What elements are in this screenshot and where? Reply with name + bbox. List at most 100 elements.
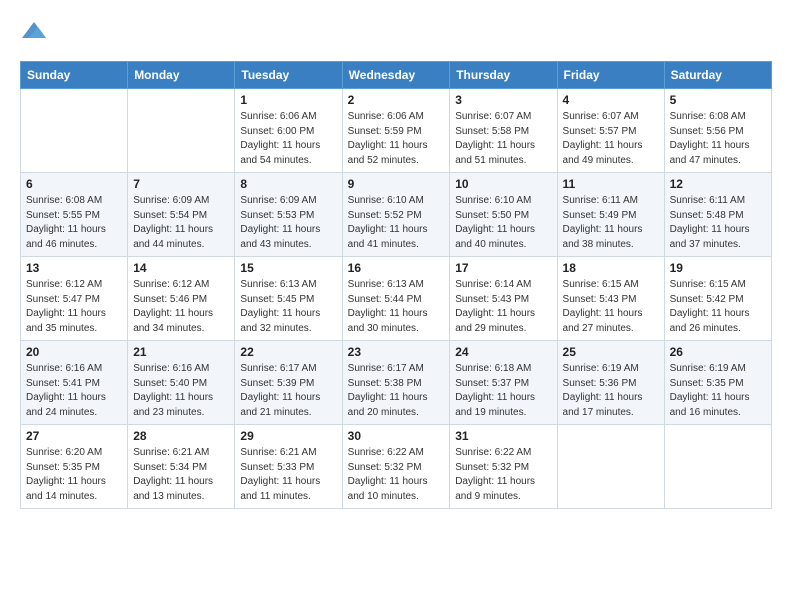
day-number: 2 (348, 93, 445, 107)
day-number: 29 (240, 429, 336, 443)
calendar-cell: 8 Sunrise: 6:09 AMSunset: 5:53 PMDayligh… (235, 173, 342, 257)
day-info: Sunrise: 6:16 AMSunset: 5:40 PMDaylight:… (133, 362, 229, 420)
calendar-cell (128, 89, 235, 173)
calendar-cell: 4 Sunrise: 6:07 AMSunset: 5:57 PMDayligh… (557, 89, 664, 173)
day-number: 26 (670, 345, 766, 359)
calendar-table: SundayMondayTuesdayWednesdayThursdayFrid… (20, 61, 772, 509)
day-number: 16 (348, 261, 445, 275)
day-info: Sunrise: 6:22 AMSunset: 5:32 PMDaylight:… (455, 446, 551, 504)
calendar-cell: 9 Sunrise: 6:10 AMSunset: 5:52 PMDayligh… (342, 173, 450, 257)
calendar-cell: 6 Sunrise: 6:08 AMSunset: 5:55 PMDayligh… (21, 173, 128, 257)
calendar-cell: 16 Sunrise: 6:13 AMSunset: 5:44 PMDaylig… (342, 257, 450, 341)
day-number: 27 (26, 429, 122, 443)
day-info: Sunrise: 6:19 AMSunset: 5:36 PMDaylight:… (563, 362, 659, 420)
day-number: 15 (240, 261, 336, 275)
day-info: Sunrise: 6:12 AMSunset: 5:46 PMDaylight:… (133, 278, 229, 336)
calendar-cell: 20 Sunrise: 6:16 AMSunset: 5:41 PMDaylig… (21, 341, 128, 425)
day-info: Sunrise: 6:21 AMSunset: 5:33 PMDaylight:… (240, 446, 336, 504)
calendar-header-thursday: Thursday (450, 62, 557, 89)
calendar-header-saturday: Saturday (664, 62, 771, 89)
day-info: Sunrise: 6:08 AMSunset: 5:56 PMDaylight:… (670, 110, 766, 168)
day-number: 20 (26, 345, 122, 359)
day-number: 14 (133, 261, 229, 275)
calendar-cell: 1 Sunrise: 6:06 AMSunset: 6:00 PMDayligh… (235, 89, 342, 173)
calendar-week-row: 13 Sunrise: 6:12 AMSunset: 5:47 PMDaylig… (21, 257, 772, 341)
day-info: Sunrise: 6:06 AMSunset: 5:59 PMDaylight:… (348, 110, 445, 168)
day-info: Sunrise: 6:18 AMSunset: 5:37 PMDaylight:… (455, 362, 551, 420)
calendar-cell (664, 425, 771, 509)
day-info: Sunrise: 6:07 AMSunset: 5:58 PMDaylight:… (455, 110, 551, 168)
calendar-cell: 21 Sunrise: 6:16 AMSunset: 5:40 PMDaylig… (128, 341, 235, 425)
day-number: 24 (455, 345, 551, 359)
calendar-cell: 13 Sunrise: 6:12 AMSunset: 5:47 PMDaylig… (21, 257, 128, 341)
day-number: 4 (563, 93, 659, 107)
day-number: 8 (240, 177, 336, 191)
calendar-header-row: SundayMondayTuesdayWednesdayThursdayFrid… (21, 62, 772, 89)
calendar-cell: 15 Sunrise: 6:13 AMSunset: 5:45 PMDaylig… (235, 257, 342, 341)
calendar-week-row: 6 Sunrise: 6:08 AMSunset: 5:55 PMDayligh… (21, 173, 772, 257)
calendar-cell: 26 Sunrise: 6:19 AMSunset: 5:35 PMDaylig… (664, 341, 771, 425)
day-info: Sunrise: 6:17 AMSunset: 5:39 PMDaylight:… (240, 362, 336, 420)
page-header (20, 20, 772, 45)
day-info: Sunrise: 6:17 AMSunset: 5:38 PMDaylight:… (348, 362, 445, 420)
day-info: Sunrise: 6:13 AMSunset: 5:44 PMDaylight:… (348, 278, 445, 336)
day-info: Sunrise: 6:10 AMSunset: 5:52 PMDaylight:… (348, 194, 445, 252)
day-info: Sunrise: 6:12 AMSunset: 5:47 PMDaylight:… (26, 278, 122, 336)
day-number: 3 (455, 93, 551, 107)
logo-text (20, 20, 46, 45)
calendar-cell: 2 Sunrise: 6:06 AMSunset: 5:59 PMDayligh… (342, 89, 450, 173)
calendar-header-wednesday: Wednesday (342, 62, 450, 89)
day-number: 13 (26, 261, 122, 275)
day-number: 19 (670, 261, 766, 275)
calendar-cell: 14 Sunrise: 6:12 AMSunset: 5:46 PMDaylig… (128, 257, 235, 341)
calendar-cell: 30 Sunrise: 6:22 AMSunset: 5:32 PMDaylig… (342, 425, 450, 509)
day-info: Sunrise: 6:22 AMSunset: 5:32 PMDaylight:… (348, 446, 445, 504)
day-number: 9 (348, 177, 445, 191)
calendar-cell: 7 Sunrise: 6:09 AMSunset: 5:54 PMDayligh… (128, 173, 235, 257)
day-number: 5 (670, 93, 766, 107)
calendar-cell (557, 425, 664, 509)
day-number: 1 (240, 93, 336, 107)
day-info: Sunrise: 6:15 AMSunset: 5:43 PMDaylight:… (563, 278, 659, 336)
day-number: 6 (26, 177, 122, 191)
day-number: 10 (455, 177, 551, 191)
calendar-cell: 22 Sunrise: 6:17 AMSunset: 5:39 PMDaylig… (235, 341, 342, 425)
day-number: 22 (240, 345, 336, 359)
calendar-cell: 12 Sunrise: 6:11 AMSunset: 5:48 PMDaylig… (664, 173, 771, 257)
calendar-cell: 25 Sunrise: 6:19 AMSunset: 5:36 PMDaylig… (557, 341, 664, 425)
day-info: Sunrise: 6:09 AMSunset: 5:54 PMDaylight:… (133, 194, 229, 252)
calendar-cell: 11 Sunrise: 6:11 AMSunset: 5:49 PMDaylig… (557, 173, 664, 257)
logo-icon (22, 20, 46, 40)
day-info: Sunrise: 6:21 AMSunset: 5:34 PMDaylight:… (133, 446, 229, 504)
day-number: 17 (455, 261, 551, 275)
calendar-week-row: 20 Sunrise: 6:16 AMSunset: 5:41 PMDaylig… (21, 341, 772, 425)
calendar-cell: 24 Sunrise: 6:18 AMSunset: 5:37 PMDaylig… (450, 341, 557, 425)
calendar-cell: 17 Sunrise: 6:14 AMSunset: 5:43 PMDaylig… (450, 257, 557, 341)
calendar-cell: 18 Sunrise: 6:15 AMSunset: 5:43 PMDaylig… (557, 257, 664, 341)
calendar-cell (21, 89, 128, 173)
day-info: Sunrise: 6:10 AMSunset: 5:50 PMDaylight:… (455, 194, 551, 252)
calendar-header-sunday: Sunday (21, 62, 128, 89)
day-number: 25 (563, 345, 659, 359)
day-info: Sunrise: 6:20 AMSunset: 5:35 PMDaylight:… (26, 446, 122, 504)
day-info: Sunrise: 6:14 AMSunset: 5:43 PMDaylight:… (455, 278, 551, 336)
day-info: Sunrise: 6:09 AMSunset: 5:53 PMDaylight:… (240, 194, 336, 252)
day-number: 28 (133, 429, 229, 443)
day-number: 18 (563, 261, 659, 275)
logo (20, 20, 56, 45)
day-number: 23 (348, 345, 445, 359)
day-number: 21 (133, 345, 229, 359)
calendar-cell: 28 Sunrise: 6:21 AMSunset: 5:34 PMDaylig… (128, 425, 235, 509)
day-info: Sunrise: 6:08 AMSunset: 5:55 PMDaylight:… (26, 194, 122, 252)
calendar-cell: 27 Sunrise: 6:20 AMSunset: 5:35 PMDaylig… (21, 425, 128, 509)
calendar-cell: 3 Sunrise: 6:07 AMSunset: 5:58 PMDayligh… (450, 89, 557, 173)
day-number: 31 (455, 429, 551, 443)
day-info: Sunrise: 6:06 AMSunset: 6:00 PMDaylight:… (240, 110, 336, 168)
calendar-cell: 29 Sunrise: 6:21 AMSunset: 5:33 PMDaylig… (235, 425, 342, 509)
calendar-cell: 19 Sunrise: 6:15 AMSunset: 5:42 PMDaylig… (664, 257, 771, 341)
calendar-cell: 10 Sunrise: 6:10 AMSunset: 5:50 PMDaylig… (450, 173, 557, 257)
calendar-week-row: 27 Sunrise: 6:20 AMSunset: 5:35 PMDaylig… (21, 425, 772, 509)
day-info: Sunrise: 6:15 AMSunset: 5:42 PMDaylight:… (670, 278, 766, 336)
calendar-cell: 31 Sunrise: 6:22 AMSunset: 5:32 PMDaylig… (450, 425, 557, 509)
calendar-week-row: 1 Sunrise: 6:06 AMSunset: 6:00 PMDayligh… (21, 89, 772, 173)
